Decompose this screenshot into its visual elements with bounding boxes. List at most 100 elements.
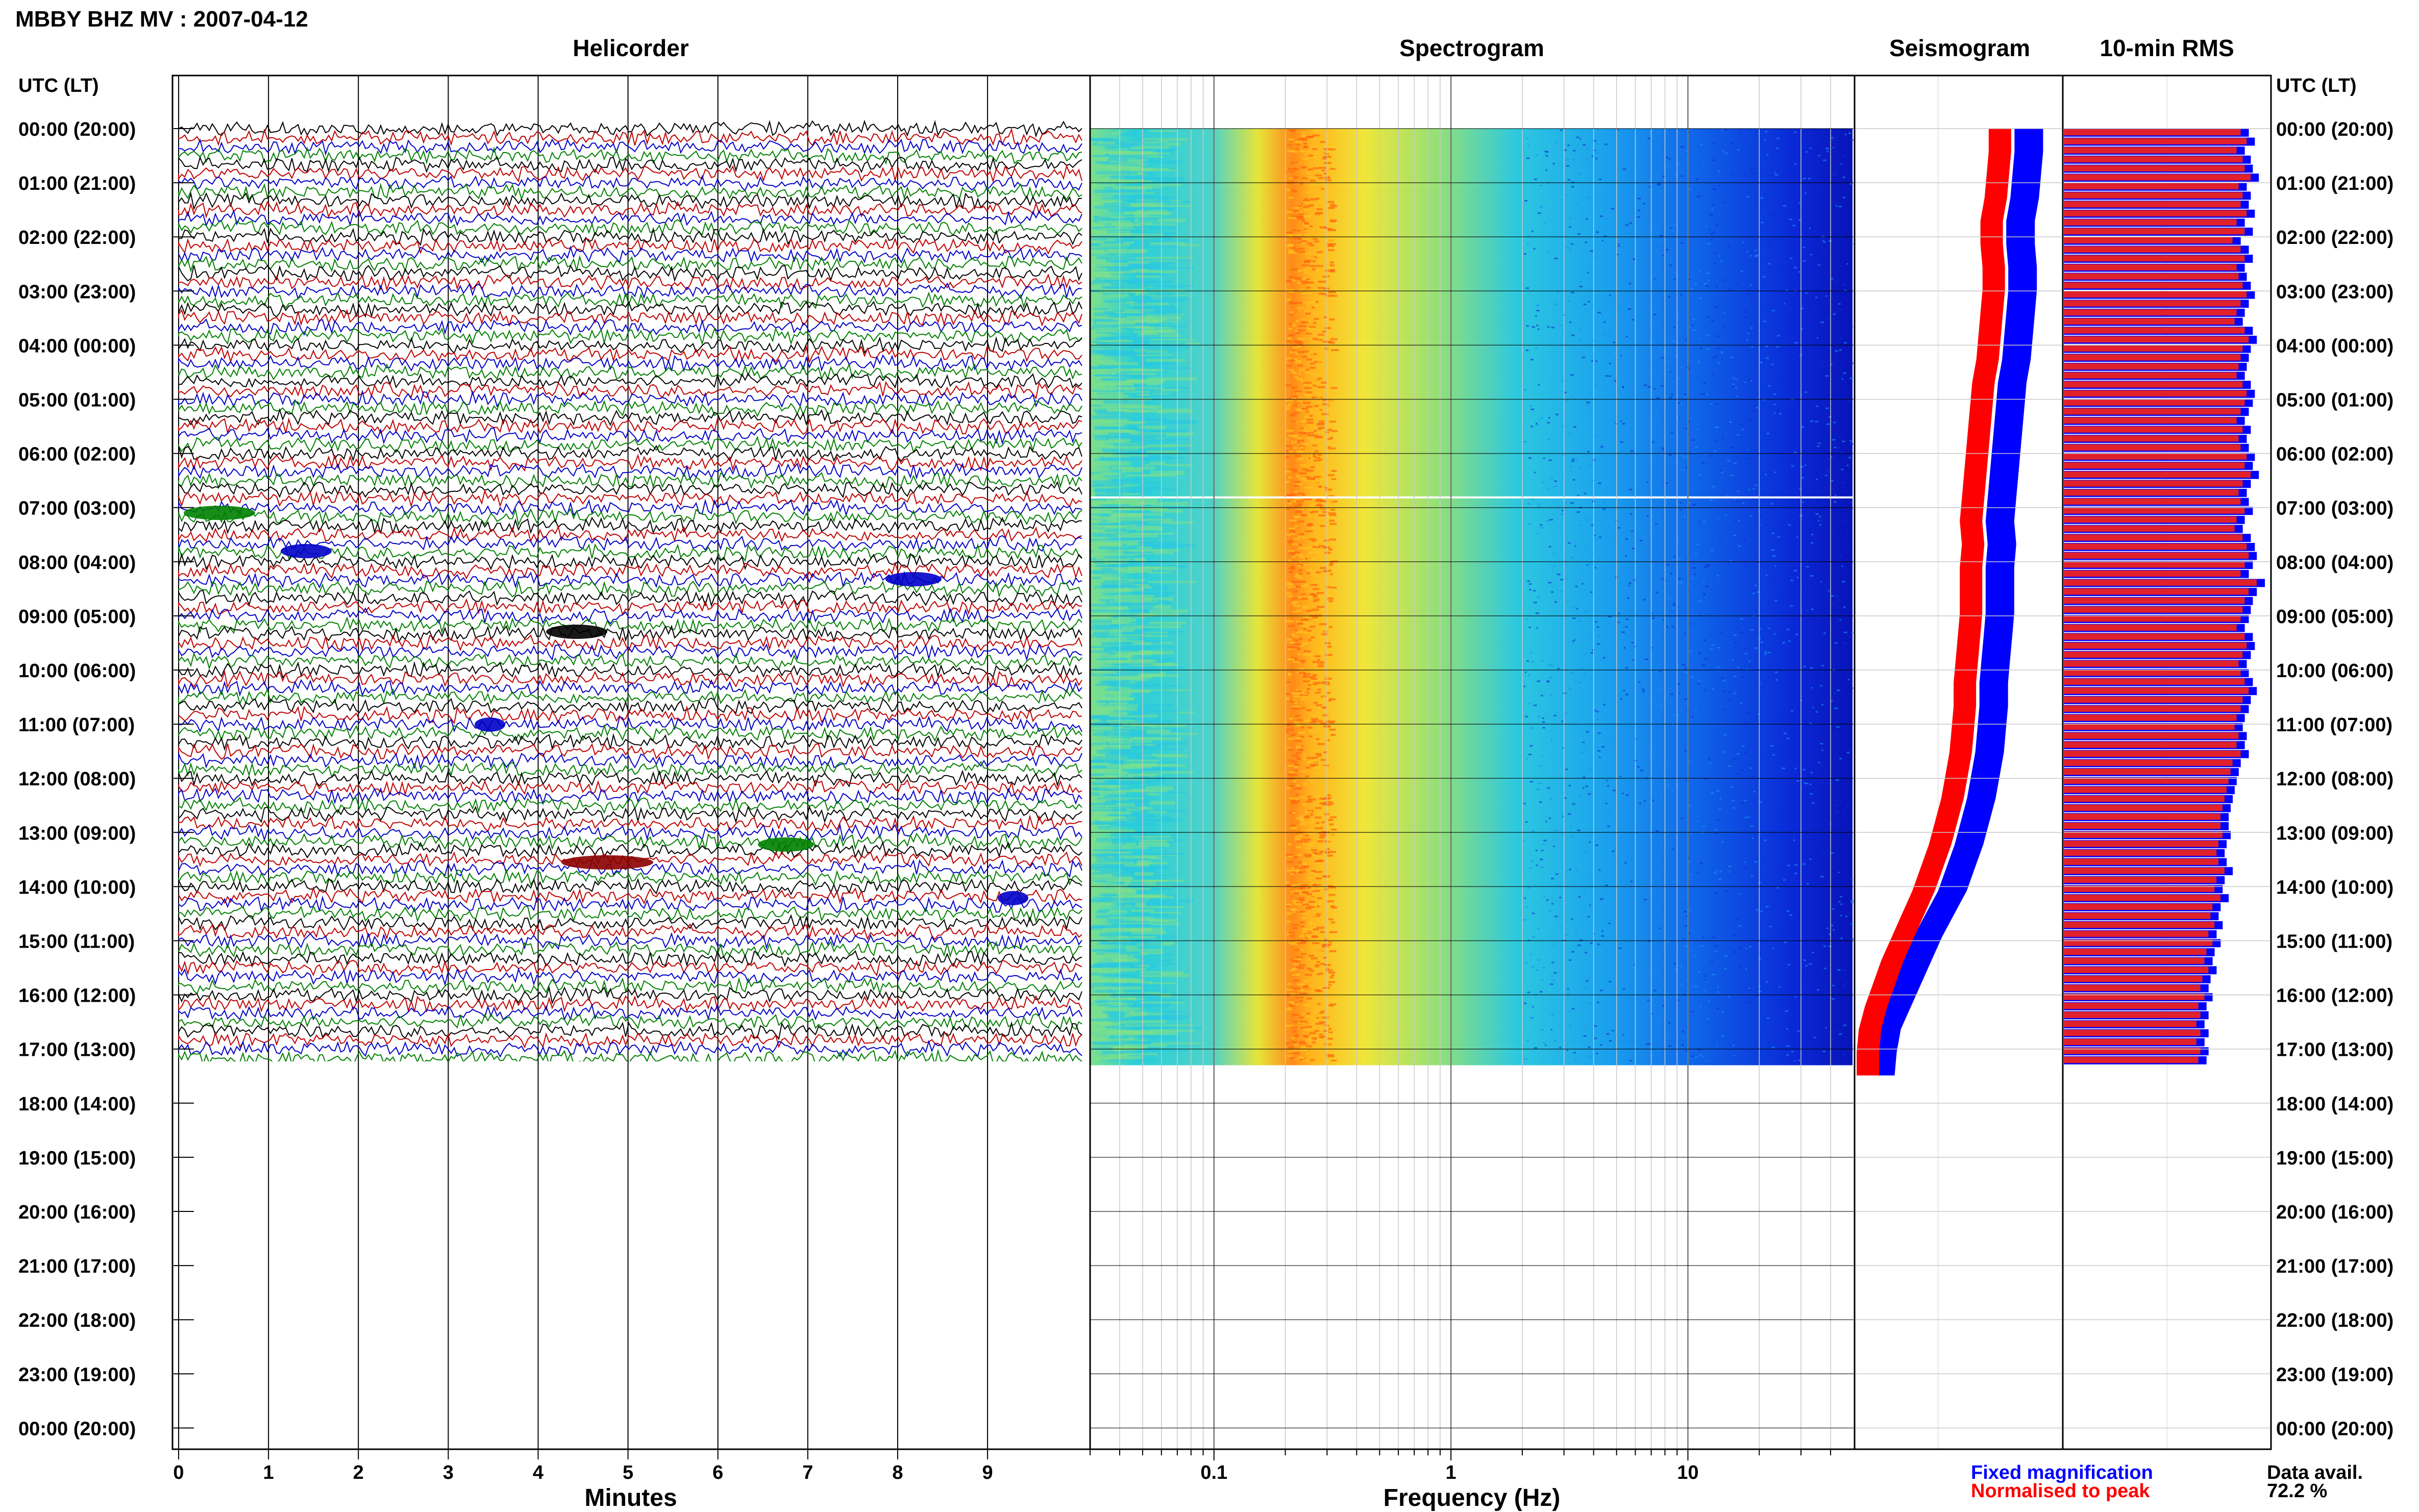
spectrogram-hf-speckle [1702, 975, 1706, 977]
spectrogram-speckle [1146, 419, 1197, 424]
spectrogram-hf-speckle [1747, 333, 1750, 335]
spectrogram-hf-speckle [1795, 633, 1798, 635]
spectrogram-hf-speckle [1556, 141, 1558, 143]
spectrogram-hf-speckle [1668, 360, 1670, 362]
spectrogram-peak-speckle [1302, 674, 1306, 677]
spectrogram-hf-speckle [1618, 144, 1620, 146]
spectrogram-speckle [1150, 502, 1189, 506]
spectrogram-hf-speckle [1617, 527, 1620, 529]
spectrogram-hf-speckle [1574, 681, 1576, 683]
spectrogram-hf-speckle [1851, 938, 1854, 940]
spectrogram-speckle [1136, 860, 1151, 864]
spectrogram-hf-speckle [1653, 388, 1656, 390]
spectrogram-speckle [1096, 256, 1136, 259]
spectrogram-hf-speckle [1582, 356, 1585, 358]
spectrogram-hf-speckle [1795, 282, 1798, 284]
spectrogram-peak-speckle [1314, 450, 1319, 453]
spectrogram-hf-speckle [1816, 478, 1818, 480]
spectrogram-peak-speckle [1289, 359, 1294, 362]
spectrogram-hf-speckle [1750, 875, 1754, 877]
spectrogram-hf-speckle [1665, 482, 1669, 484]
spectrogram-peak-speckle [1322, 976, 1329, 979]
spectrogram-hf-speckle [1596, 626, 1599, 628]
spectrogram-hf-speckle [1680, 146, 1684, 148]
spectrogram-peak-speckle [1328, 981, 1336, 983]
spectrogram-peak-speckle [1298, 867, 1305, 870]
spectrogram-hf-speckle [1671, 790, 1674, 792]
spectrogram-hf-speckle [1739, 893, 1741, 895]
spectrogram-hf-speckle [1756, 202, 1759, 204]
spectrogram-peak-speckle [1313, 702, 1318, 704]
spectrogram-hf-speckle [1625, 618, 1628, 621]
spectrogram-speckle [1149, 801, 1175, 805]
spectrogram-hf-speckle [1748, 698, 1751, 700]
spectrogram-hf-speckle [1569, 217, 1572, 219]
spectrogram-peak-speckle [1291, 633, 1295, 635]
spectrogram-speckle [1102, 593, 1126, 595]
spectrogram-speckle [1091, 283, 1111, 286]
spectrogram-peak-speckle [1329, 270, 1336, 272]
spectrogram-speckle [1102, 640, 1145, 642]
spectrogram-hf-speckle [1625, 667, 1628, 669]
spectrogram-peak-speckle [1289, 138, 1294, 141]
spectrogram-hf-speckle [1598, 482, 1601, 484]
spectrogram-hf-speckle [1767, 652, 1771, 654]
spectrogram-hf-speckle [1568, 785, 1571, 787]
spectrogram-peak-speckle [1303, 928, 1307, 930]
spectrogram-hf-speckle [1768, 415, 1771, 417]
spectrogram-peak-speckle [1286, 1042, 1291, 1045]
spectrogram-hf-speckle [1724, 968, 1727, 970]
spectrogram-speckle [1141, 280, 1159, 283]
spectrogram-hf-speckle [1765, 511, 1769, 513]
spectrogram-speckle [1116, 336, 1137, 339]
spectrogram-hf-speckle [1688, 326, 1691, 328]
helicorder-trace-row [178, 327, 1082, 346]
spectrogram-peak-speckle [1311, 678, 1317, 680]
spectrogram-hf-speckle [1776, 870, 1779, 872]
spectrogram-speckle [1125, 945, 1138, 950]
spectrogram-hf-speckle [1812, 952, 1814, 954]
spectrogram-hf-speckle [1637, 451, 1639, 453]
spectrogram-hf-speckle [1716, 439, 1718, 441]
spectrogram-hf-speckle [1735, 919, 1739, 921]
spectrogram-speckle [1098, 141, 1116, 145]
spectrogram-hf-speckle [1771, 455, 1773, 457]
spectrogram-hf-speckle [1734, 1054, 1736, 1056]
spectrogram-peak-speckle [1288, 217, 1296, 219]
spectrogram-peak-speckle [1299, 556, 1305, 558]
rms-bar-normalised [2064, 174, 2251, 181]
spectrogram-hf-speckle [1597, 750, 1600, 752]
spectrogram-peak-speckle [1319, 500, 1326, 502]
spectrogram-hf-speckle [1600, 1044, 1602, 1046]
spectrogram-speckle [1130, 928, 1164, 932]
spectrogram-peak-speckle [1302, 653, 1307, 656]
spectrogram-hf-speckle [1789, 218, 1792, 220]
spectrogram-hf-speckle [1681, 175, 1683, 177]
spectrogram-hf-speckle [1815, 296, 1818, 299]
spectrogram-hf-speckle [1840, 451, 1843, 453]
spectrogram-peak-speckle [1304, 650, 1311, 653]
spectrogram-peak-speckle [1311, 897, 1318, 899]
spectrogram-peak-speckle [1301, 135, 1307, 137]
spectrogram-peak-speckle [1305, 1052, 1310, 1055]
spectrogram-hf-speckle [1646, 970, 1649, 972]
spectrogram-hf-speckle [1823, 985, 1826, 987]
spectrogram-hf-speckle [1628, 488, 1632, 490]
spectrogram-peak-speckle [1296, 378, 1302, 380]
spectrogram-peak-speckle [1328, 229, 1337, 232]
spectrogram-hf-speckle [1698, 337, 1700, 339]
spectrogram-hf-speckle [1625, 626, 1628, 628]
spectrogram-peak-speckle [1311, 609, 1318, 611]
spectrogram-speckle [1092, 325, 1118, 327]
spectrogram-peak-speckle [1298, 138, 1304, 140]
spectrogram-hf-speckle [1647, 137, 1650, 139]
seismogram-title: Seismogram [1889, 35, 2030, 61]
helicorder-trace-row [178, 959, 1082, 977]
spectrogram-hf-speckle [1570, 466, 1573, 468]
spectrogram-peak-speckle [1314, 648, 1322, 650]
spectrogram-hf-speckle [1546, 899, 1549, 901]
spectrogram-peak-speckle [1323, 956, 1327, 959]
spectrogram-hf-speckle [1589, 904, 1591, 906]
spectrogram-speckle [1141, 305, 1173, 308]
spectrogram-peak-speckle [1291, 780, 1297, 783]
